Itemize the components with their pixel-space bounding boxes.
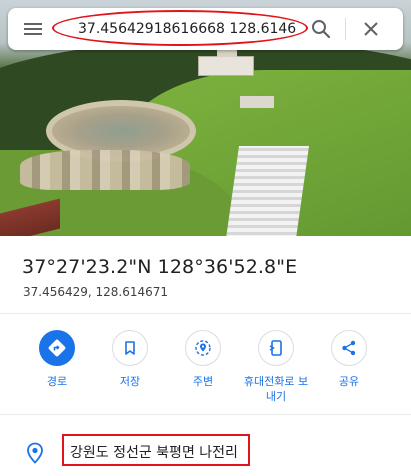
action-bar: 경로 저장 주변 휴대전화로 보내기 공유 xyxy=(0,330,411,410)
nearby-icon xyxy=(185,330,221,366)
address-text: 강원도 정선군 북평면 나전리 xyxy=(70,445,238,461)
save-label: 저장 xyxy=(119,375,141,388)
directions-button[interactable]: 경로 xyxy=(24,330,90,389)
photo-building xyxy=(198,49,254,76)
photo-structure xyxy=(240,96,274,108)
decimal-coordinates: 37.456429, 128.614671 xyxy=(23,285,169,299)
nearby-button[interactable]: 주변 xyxy=(170,330,236,389)
search-input[interactable] xyxy=(78,19,296,39)
divider xyxy=(0,414,411,415)
menu-icon[interactable] xyxy=(22,20,44,38)
address-row[interactable]: 강원도 정선군 북평면 나전리 xyxy=(0,432,411,472)
send-to-phone-icon xyxy=(258,330,294,366)
place-title-coordinates: 37°27'23.2"N 128°36'52.8"E xyxy=(22,256,298,278)
close-icon[interactable] xyxy=(360,18,382,40)
search-divider xyxy=(345,18,346,40)
share-label: 공유 xyxy=(338,375,360,388)
share-button[interactable]: 공유 xyxy=(316,330,382,389)
nearby-label: 주변 xyxy=(192,375,214,388)
photo-rocks xyxy=(20,150,190,190)
search-bar xyxy=(8,8,403,50)
search-icon[interactable] xyxy=(310,18,332,40)
share-icon xyxy=(331,330,367,366)
send-to-phone-button[interactable]: 휴대전화로 보내기 xyxy=(243,330,309,404)
photo-stairs xyxy=(224,146,310,236)
save-button[interactable]: 저장 xyxy=(97,330,163,389)
directions-icon xyxy=(39,330,75,366)
location-pin-icon xyxy=(26,442,44,464)
directions-label: 경로 xyxy=(46,375,68,388)
bookmark-icon xyxy=(112,330,148,366)
send-to-phone-label: 휴대전화로 보내기 xyxy=(243,375,309,403)
divider xyxy=(0,313,411,314)
